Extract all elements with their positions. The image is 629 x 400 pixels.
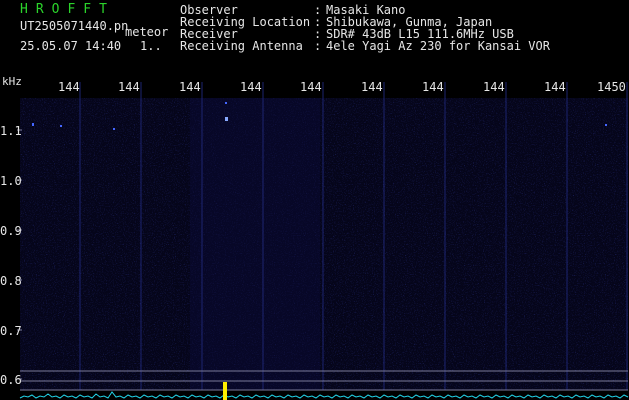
y-tick-label: 0.8: [0, 274, 22, 288]
x-tick-label: 144: [118, 80, 140, 94]
y-tick-label: 1.0: [0, 174, 22, 188]
x-tick-label: 144: [361, 80, 383, 94]
y-tick-label: 0.6: [0, 373, 22, 387]
y-tick-label: 0.9: [0, 224, 22, 238]
x-tick-label: 144: [240, 80, 262, 94]
spectrogram-plot: [17, 82, 629, 400]
x-tick-label: 144: [483, 80, 505, 94]
x-tick-label: 144: [422, 80, 444, 94]
spectrum-trace: [19, 391, 629, 399]
noise-band: [190, 98, 320, 390]
y-tick-label: 1.1: [0, 124, 22, 138]
x-tick-label: 1450: [597, 80, 626, 94]
noise-field: [20, 98, 628, 390]
hrofft-screen: HROFFT UT2505071440.pn meteor 25.05.07 1…: [0, 0, 629, 400]
x-tick-label: 144: [300, 80, 322, 94]
x-tick-label: 144: [58, 80, 80, 94]
x-tick-label: 144: [544, 80, 566, 94]
unit-label: kHz: [2, 75, 22, 88]
y-tick-label: 0.7: [0, 324, 22, 338]
signal-spike: [223, 382, 227, 400]
x-tick-label: 144: [179, 80, 201, 94]
